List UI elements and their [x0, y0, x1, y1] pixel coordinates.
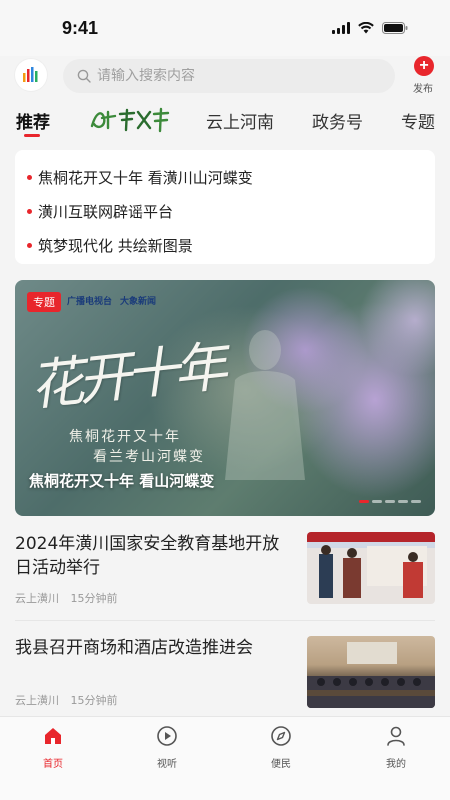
bullet-dot	[27, 174, 32, 180]
tab-huakai-shinian[interactable]	[88, 104, 170, 138]
nav-label: 我的	[386, 759, 406, 770]
plus-icon: +	[414, 56, 434, 76]
news-title: 我县召开商场和酒店改造推进会	[15, 638, 253, 658]
news-meta: 云上潢川 15分钟前	[15, 590, 118, 606]
publish-button[interactable]: + 发布	[410, 56, 438, 95]
carousel-dot[interactable]	[372, 500, 382, 503]
tab-yunshang-henan[interactable]: 云上河南	[206, 108, 274, 133]
home-icon	[45, 728, 61, 744]
news-item[interactable]: 2024年潢川国家安全教育基地开放日活动举行 云上潢川 15分钟前	[15, 532, 435, 612]
nav-home[interactable]: 首页	[23, 725, 83, 770]
search-box[interactable]	[63, 59, 395, 93]
news-thumbnail	[307, 636, 435, 708]
headline-text: 筑梦现代化 共绘新图景	[38, 236, 193, 255]
nav-label: 首页	[43, 759, 63, 770]
news-thumbnail-image	[307, 532, 435, 598]
battery-icon	[382, 22, 408, 34]
headline-text: 潢川互联网辟谣平台	[38, 202, 174, 221]
nav-media[interactable]: 视听	[137, 725, 197, 770]
nav-label: 视听	[157, 759, 177, 770]
news-source: 云上潢川	[15, 694, 59, 707]
bullet-dot	[27, 242, 32, 248]
carousel-dot[interactable]	[411, 500, 421, 503]
bottom-nav: 首页 视听 便民 我的	[0, 716, 450, 800]
header: + 发布	[0, 56, 450, 96]
headline-item[interactable]: 潢川互联网辟谣平台	[27, 194, 435, 228]
news-time: 15分钟前	[70, 694, 118, 707]
headline-list: 焦桐花开又十年 看潢川山河蝶变 潢川互联网辟谣平台 筑梦现代化 共绘新图景	[15, 150, 435, 264]
search-input[interactable]	[97, 68, 357, 84]
carousel-dot[interactable]	[398, 500, 408, 503]
banner-subtitle: 看兰考山河蝶变	[93, 449, 205, 465]
news-meta: 云上潢川 15分钟前	[15, 692, 118, 708]
headline-item[interactable]: 焦桐花开又十年 看潢川山河蝶变	[27, 160, 435, 194]
nav-profile[interactable]: 我的	[366, 725, 426, 770]
nav-label: 便民	[271, 759, 291, 770]
wifi-icon	[358, 22, 374, 34]
publish-label: 发布	[413, 84, 433, 95]
signal-icon	[332, 22, 350, 34]
status-time: 9:41	[62, 18, 99, 38]
news-thumbnail	[307, 532, 435, 604]
channel-tabs: 推荐 云上河南 政务号 专题	[0, 100, 450, 140]
compass-icon	[271, 726, 291, 746]
media-logo: 大象新闻	[120, 297, 157, 307]
news-thumbnail-image	[307, 642, 435, 708]
news-source: 云上潢川	[15, 592, 59, 605]
topic-tag: 专题	[27, 292, 61, 312]
topic-banner[interactable]: 专题 广播电视台 大象新闻 花开十年 焦桐花开又十年 看兰考山河蝶变 焦桐花开又…	[15, 280, 435, 516]
news-time: 15分钟前	[70, 592, 118, 605]
banner-caption: 焦桐花开又十年 看山河蝶变	[29, 472, 215, 490]
search-icon	[77, 69, 91, 83]
carousel-dot[interactable]	[359, 500, 369, 503]
divider	[15, 620, 435, 621]
headline-item[interactable]: 筑梦现代化 共绘新图景	[27, 228, 435, 262]
user-icon	[387, 726, 405, 746]
news-title: 2024年潢川国家安全教育基地开放日活动举行	[15, 534, 280, 578]
app-logo-icon	[23, 67, 38, 82]
status-icons	[332, 22, 408, 34]
tab-zhengwu[interactable]: 政务号	[312, 108, 363, 133]
tab-recommend[interactable]: 推荐	[16, 108, 50, 133]
headline-text: 焦桐花开又十年 看潢川山河蝶变	[38, 168, 253, 187]
carousel-dot[interactable]	[385, 500, 395, 503]
banner-subtitle: 焦桐花开又十年	[69, 429, 181, 445]
tab-active-indicator	[24, 134, 40, 137]
tab-zhuanti[interactable]: 专题	[401, 108, 435, 133]
nav-services[interactable]: 便民	[251, 725, 311, 770]
media-logos: 广播电视台 大象新闻	[67, 294, 156, 307]
banner-calligraphy-title: 花开十年	[26, 335, 225, 418]
status-bar: 9:41	[0, 0, 450, 56]
app-logo[interactable]	[15, 59, 47, 91]
huakai-shinian-logo	[90, 107, 170, 133]
play-icon	[157, 726, 177, 746]
media-logo: 广播电视台	[67, 297, 113, 307]
news-item[interactable]: 我县召开商场和酒店改造推进会 云上潢川 15分钟前	[15, 636, 435, 716]
carousel-indicator	[359, 500, 421, 503]
bullet-dot	[27, 208, 32, 214]
